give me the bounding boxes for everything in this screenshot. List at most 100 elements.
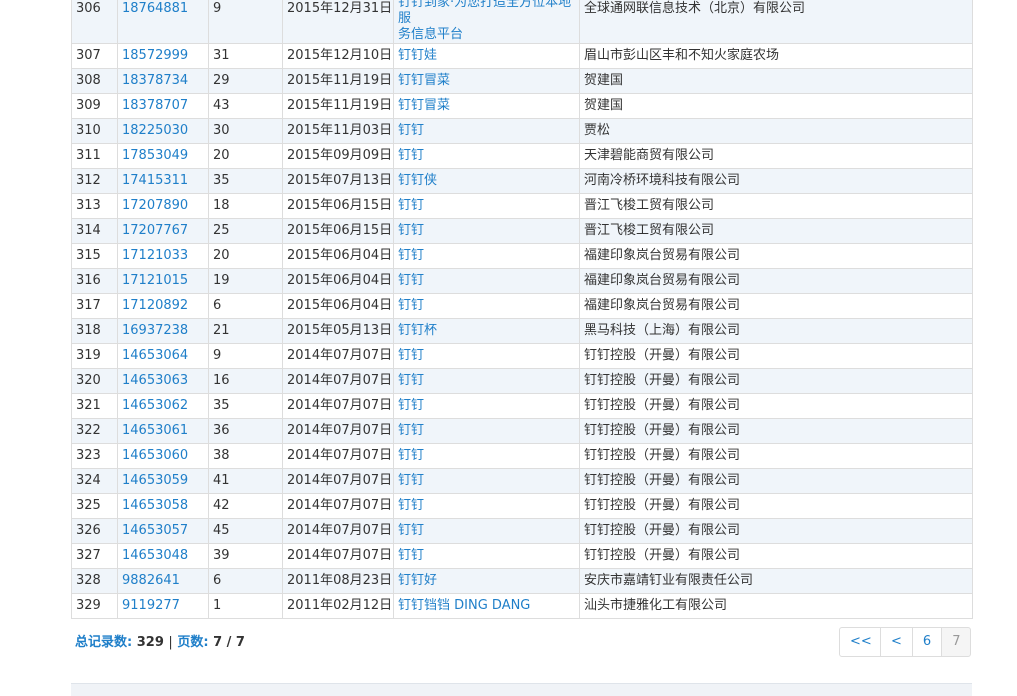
pagination: << < 6 7: [839, 627, 972, 657]
owner-cell: 钉钉控股（开曼）有限公司: [579, 518, 973, 544]
class-cell: 18: [208, 193, 283, 219]
trademark-name-link[interactable]: 钉钉: [398, 448, 424, 463]
registration-number-link[interactable]: 17121033: [122, 248, 188, 263]
registration-number-link[interactable]: 17415311: [122, 173, 188, 188]
registration-number-link[interactable]: 18572999: [122, 48, 188, 63]
class-cell: 29: [208, 68, 283, 94]
registration-number-link[interactable]: 16937238: [122, 323, 188, 338]
registration-number-link[interactable]: 9882641: [122, 573, 180, 588]
registration-number-link[interactable]: 14653048: [122, 548, 188, 563]
table-row: 327 14653048 39 2014年07月07日 钉钉 钉钉控股（开曼）有…: [71, 543, 973, 569]
date-cell: 2015年09月09日: [282, 143, 394, 169]
trademark-name-link[interactable]: 钉钉: [398, 473, 424, 488]
row-number: 309: [71, 93, 118, 119]
registration-number-link[interactable]: 17853049: [122, 148, 188, 163]
trademark-name-link[interactable]: 钉钉: [398, 373, 424, 388]
registration-number-cell: 14653064: [117, 343, 209, 369]
date-cell: 2014年07月07日: [282, 393, 394, 419]
date-cell: 2015年06月04日: [282, 293, 394, 319]
trademark-name-link[interactable]: 钉钉好: [398, 573, 437, 588]
trademark-name-link[interactable]: 钉钉冒菜: [398, 98, 450, 113]
registration-number-link[interactable]: 18764881: [122, 1, 188, 16]
class-cell: 43: [208, 93, 283, 119]
date-cell: 2014年07月07日: [282, 518, 394, 544]
trademark-name-link[interactable]: 钉钉铛铛 DING DANG: [398, 598, 530, 613]
table-row: 314 17207767 25 2015年06月15日 钉钉 晋江飞梭工贸有限公…: [71, 218, 973, 244]
row-number: 308: [71, 68, 118, 94]
trademark-name-link[interactable]: 钉钉侠: [398, 173, 437, 188]
table-row: 312 17415311 35 2015年07月13日 钉钉侠 河南冷桥环境科技…: [71, 168, 973, 194]
trademark-name-link[interactable]: 钉钉: [398, 498, 424, 513]
date-cell: 2015年12月10日: [282, 43, 394, 69]
trademark-name-link[interactable]: 钉钉: [398, 298, 424, 313]
trademark-name-link[interactable]: 钉钉: [398, 123, 424, 138]
registration-number-link[interactable]: 18378707: [122, 98, 188, 113]
registration-number-cell: 18572999: [117, 43, 209, 69]
footer-band: [71, 683, 972, 696]
date-cell: 2014年07月07日: [282, 493, 394, 519]
row-number: 312: [71, 168, 118, 194]
trademark-name-link[interactable]: 钉钉: [398, 548, 424, 563]
trademark-name-link[interactable]: 钉钉: [398, 423, 424, 438]
trademark-name-link[interactable]: 钉钉冒菜: [398, 73, 450, 88]
registration-number-link[interactable]: 14653061: [122, 423, 188, 438]
trademark-name-link[interactable]: 钉钉: [398, 523, 424, 538]
trademark-table: 306 18764881 9 2015年12月31日 钉钉到家·为您打造全方位本…: [71, 0, 973, 619]
first-page-button[interactable]: <<: [839, 627, 881, 657]
owner-cell: 钉钉控股（开曼）有限公司: [579, 418, 973, 444]
trademark-name-link[interactable]: 钉钉: [398, 223, 424, 238]
table-row: 317 17120892 6 2015年06月04日 钉钉 福建印象岚台贸易有限…: [71, 293, 973, 319]
row-number: 310: [71, 118, 118, 144]
registration-number-link[interactable]: 14653057: [122, 523, 188, 538]
class-cell: 16: [208, 368, 283, 394]
registration-number-link[interactable]: 14653058: [122, 498, 188, 513]
row-number: 315: [71, 243, 118, 269]
trademark-name-cell: 钉钉铛铛 DING DANG: [393, 593, 580, 619]
owner-cell: 河南冷桥环境科技有限公司: [579, 168, 973, 194]
registration-number-link[interactable]: 14653063: [122, 373, 188, 388]
table-row: 319 14653064 9 2014年07月07日 钉钉 钉钉控股（开曼）有限…: [71, 343, 973, 369]
page-6-button[interactable]: 6: [911, 627, 943, 657]
row-number: 318: [71, 318, 118, 344]
trademark-name-cell: 钉钉侠: [393, 168, 580, 194]
registration-number-link[interactable]: 18378734: [122, 73, 188, 88]
date-cell: 2015年06月04日: [282, 268, 394, 294]
trademark-name-link[interactable]: 钉钉: [398, 273, 424, 288]
owner-cell: 汕头市捷雅化工有限公司: [579, 593, 973, 619]
date-cell: 2014年07月07日: [282, 343, 394, 369]
previous-page-button[interactable]: <: [880, 627, 913, 657]
registration-number-link[interactable]: 14653060: [122, 448, 188, 463]
date-cell: 2014年07月07日: [282, 443, 394, 469]
trademark-name-link[interactable]: 钉钉娃: [398, 48, 437, 63]
class-cell: 6: [208, 293, 283, 319]
owner-cell: 钉钉控股（开曼）有限公司: [579, 493, 973, 519]
trademark-name-cell: 钉钉: [393, 518, 580, 544]
table-row: 309 18378707 43 2015年11月19日 钉钉冒菜 贺建国: [71, 93, 973, 119]
registration-number-link[interactable]: 9119277: [122, 598, 180, 613]
registration-number-link[interactable]: 17121015: [122, 273, 188, 288]
registration-number-link[interactable]: 17207767: [122, 223, 188, 238]
date-cell: 2014年07月07日: [282, 468, 394, 494]
trademark-name-link[interactable]: 钉钉: [398, 198, 424, 213]
class-cell: 19: [208, 268, 283, 294]
page-count-value: 7 / 7: [213, 635, 245, 650]
registration-number-link[interactable]: 14653062: [122, 398, 188, 413]
owner-cell: 钉钉控股（开曼）有限公司: [579, 393, 973, 419]
registration-number-link[interactable]: 18225030: [122, 123, 188, 138]
trademark-name-link[interactable]: 钉钉: [398, 148, 424, 163]
trademark-name-link[interactable]: 钉钉: [398, 348, 424, 363]
class-cell: 25: [208, 218, 283, 244]
registration-number-link[interactable]: 14653059: [122, 473, 188, 488]
row-number: 314: [71, 218, 118, 244]
registration-number-link[interactable]: 14653064: [122, 348, 188, 363]
class-cell: 35: [208, 393, 283, 419]
row-number: 329: [71, 593, 118, 619]
trademark-name-cell: 钉钉: [393, 468, 580, 494]
registration-number-link[interactable]: 17207890: [122, 198, 188, 213]
trademark-name-link[interactable]: 钉钉: [398, 248, 424, 263]
trademark-name-link[interactable]: 钉钉杯: [398, 323, 437, 338]
row-number: 327: [71, 543, 118, 569]
registration-number-link[interactable]: 17120892: [122, 298, 188, 313]
trademark-name-link[interactable]: 钉钉: [398, 398, 424, 413]
trademark-name-link[interactable]: 钉钉到家·为您打造全方位本地服 务信息平台: [398, 0, 571, 42]
